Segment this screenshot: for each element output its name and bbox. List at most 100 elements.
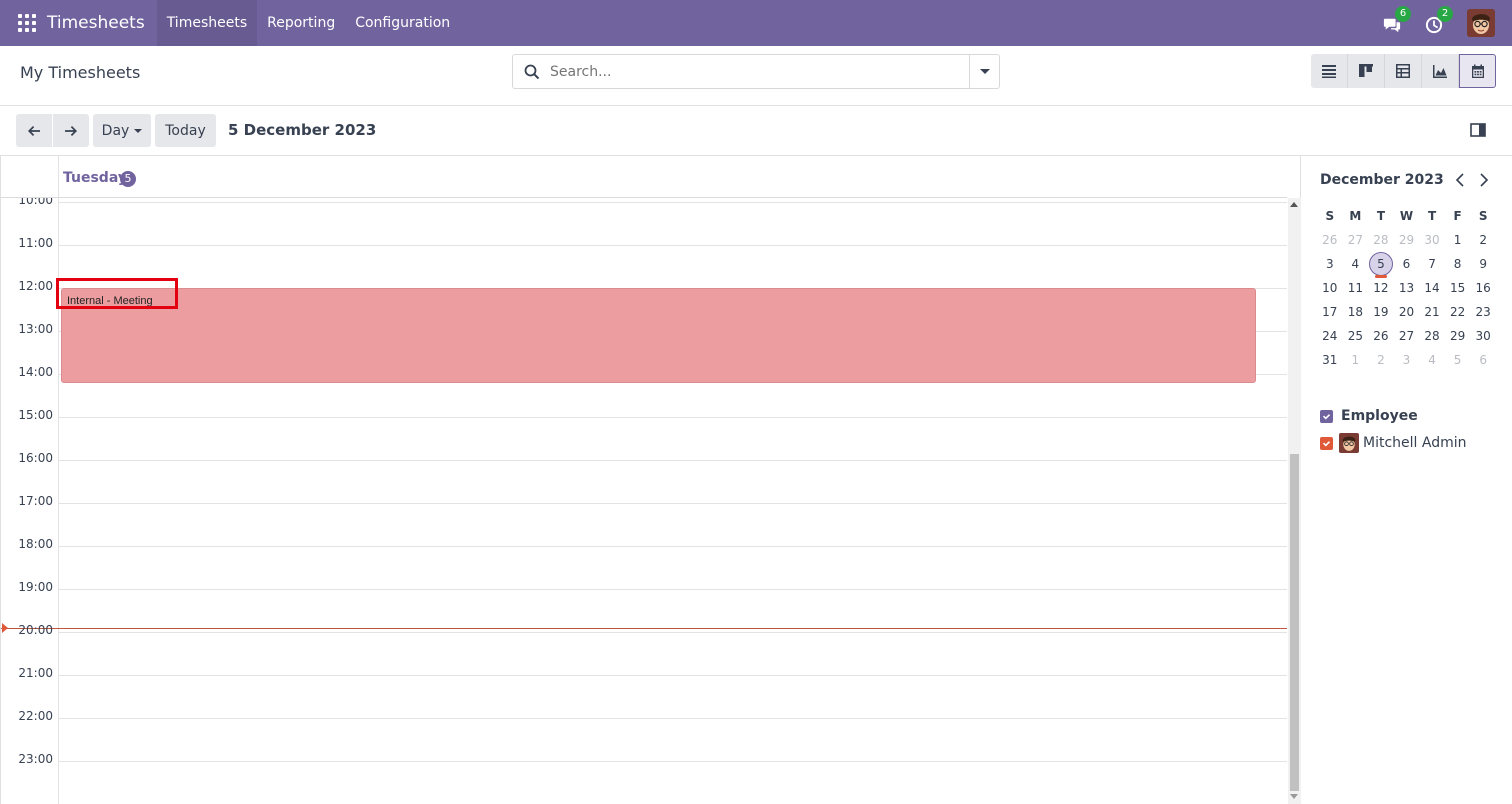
view-kanban-button[interactable] [1348, 54, 1385, 88]
mini-calendar-day[interactable]: 13 [1394, 281, 1420, 295]
time-label: 20:00 [18, 623, 53, 637]
next-button[interactable] [53, 114, 89, 147]
mini-calendar-day[interactable]: 31 [1317, 353, 1343, 367]
time-label: 22:00 [18, 709, 53, 723]
weekday-label: S [1478, 209, 1488, 223]
mini-calendar-day[interactable]: 12 [1368, 281, 1394, 295]
mini-calendar-day[interactable]: 2 [1368, 353, 1394, 367]
activities-button[interactable]: 2 [1425, 6, 1453, 34]
scroll-up-icon[interactable] [1290, 202, 1298, 207]
mini-calendar-day[interactable]: 27 [1394, 329, 1420, 343]
hour-line [59, 675, 1287, 676]
mini-calendar-day[interactable]: 22 [1445, 305, 1471, 319]
pivot-icon [1396, 64, 1410, 78]
today-marker: 5 [1368, 252, 1393, 276]
employee-filter-label: Employee [1341, 408, 1418, 424]
user-avatar[interactable] [1467, 9, 1495, 37]
mini-calendar-day[interactable]: 6 [1470, 353, 1496, 367]
hour-line [59, 718, 1287, 719]
mini-calendar-day[interactable]: 1 [1343, 353, 1369, 367]
chevron-left-icon[interactable] [1454, 173, 1466, 187]
mini-calendar-day[interactable]: 20 [1394, 305, 1420, 319]
mini-calendar-day[interactable]: 28 [1368, 233, 1394, 247]
mini-calendar-day[interactable]: 21 [1419, 305, 1445, 319]
scale-dropdown[interactable]: Day [93, 114, 151, 147]
scroll-down-icon[interactable] [1290, 794, 1298, 799]
current-time-line [1, 628, 1287, 629]
mini-calendar-day[interactable]: 26 [1317, 233, 1343, 247]
weekday-label: S [1325, 209, 1335, 223]
mini-calendar-day[interactable]: 4 [1343, 257, 1369, 271]
area-chart-icon [1433, 65, 1447, 78]
filter-item-label: Mitchell Admin [1363, 435, 1467, 451]
view-pivot-button[interactable] [1385, 54, 1422, 88]
hour-line [59, 632, 1287, 633]
mini-calendar-day[interactable]: 3 [1394, 353, 1420, 367]
mini-calendar-day[interactable]: 28 [1419, 329, 1445, 343]
view-calendar-button[interactable] [1459, 54, 1496, 88]
menu-timesheets[interactable]: Timesheets [156, 0, 258, 46]
mini-calendar-day[interactable]: 29 [1394, 233, 1420, 247]
time-label: 16:00 [18, 451, 53, 465]
time-grid[interactable]: Internal - Meeting 10:00 11:00 12:00 13:00 1… [1, 198, 1287, 804]
hour-line [59, 546, 1287, 547]
day-name[interactable]: Tuesday [63, 170, 127, 186]
previous-button[interactable] [16, 114, 52, 147]
time-label: 23:00 [18, 752, 53, 766]
calendar-event[interactable]: Internal - Meeting [61, 288, 1256, 383]
menu-reporting[interactable]: Reporting [257, 0, 345, 46]
list-icon [1322, 65, 1336, 78]
mini-calendar-day[interactable]: 6 [1394, 257, 1420, 271]
mini-calendar-day[interactable]: 29 [1445, 329, 1471, 343]
mini-calendar-day[interactable]: 9 [1470, 257, 1496, 271]
mini-calendar-day[interactable]: 11 [1343, 281, 1369, 295]
mini-calendar-day[interactable]: 10 [1317, 281, 1343, 295]
mini-calendar-day[interactable]: 1 [1445, 233, 1471, 247]
page-title: My Timesheets [20, 63, 141, 82]
weekday-label: T [1376, 209, 1385, 223]
mini-calendar-day[interactable]: 27 [1343, 233, 1369, 247]
menu-configuration[interactable]: Configuration [345, 0, 460, 46]
calendar-sidebar: December 2023 S M T W T F S 26 27 28 29 30 1 2 3 4 5 6 7 8 9… [1302, 156, 1512, 804]
filter-item[interactable]: Mitchell Admin [1320, 432, 1467, 454]
view-switcher [1311, 54, 1496, 88]
mini-calendar-day[interactable]: 26 [1368, 329, 1394, 343]
app-brand[interactable]: Timesheets [47, 13, 145, 33]
scroll-thumb[interactable] [1290, 454, 1299, 791]
chevron-right-icon[interactable] [1478, 173, 1490, 187]
mini-calendar-day[interactable]: 16 [1470, 281, 1496, 295]
mini-calendar-day[interactable]: 5 [1445, 353, 1471, 367]
mini-calendar-day[interactable]: 3 [1317, 257, 1343, 271]
mini-calendar-day[interactable]: 5 [1368, 252, 1394, 278]
mini-calendar-day[interactable]: 15 [1445, 281, 1471, 295]
mini-calendar-day[interactable]: 17 [1317, 305, 1343, 319]
mini-calendar-day[interactable]: 25 [1343, 329, 1369, 343]
mini-calendar-day[interactable]: 8 [1445, 257, 1471, 271]
view-graph-button[interactable] [1422, 54, 1459, 88]
apps-menu-icon[interactable] [18, 14, 36, 32]
search-input[interactable] [550, 63, 950, 80]
time-label: 10:00 [18, 198, 53, 207]
sidebar-toggle-icon[interactable] [1470, 123, 1486, 137]
mini-calendar-day[interactable]: 23 [1470, 305, 1496, 319]
filter-item-checkbox[interactable] [1320, 436, 1333, 450]
search-bar[interactable] [512, 54, 1000, 89]
mini-calendar-day[interactable]: 30 [1419, 233, 1445, 247]
caret-down-icon [979, 69, 990, 74]
employee-filter-checkbox[interactable] [1320, 409, 1333, 423]
search-options-toggle[interactable] [969, 55, 999, 88]
day-header: Tuesday 5 [1, 156, 1287, 198]
mini-calendar-day[interactable]: 18 [1343, 305, 1369, 319]
scrollbar[interactable] [1288, 198, 1301, 804]
mini-calendar-day[interactable]: 4 [1419, 353, 1445, 367]
messages-button[interactable]: 6 [1383, 6, 1411, 33]
mini-calendar-day[interactable]: 30 [1470, 329, 1496, 343]
mini-calendar-title: December 2023 [1320, 172, 1444, 188]
today-button[interactable]: Today [155, 114, 216, 147]
mini-calendar-day[interactable]: 24 [1317, 329, 1343, 343]
mini-calendar-day[interactable]: 19 [1368, 305, 1394, 319]
mini-calendar-day[interactable]: 14 [1419, 281, 1445, 295]
mini-calendar-day[interactable]: 7 [1419, 257, 1445, 271]
view-list-button[interactable] [1311, 54, 1348, 88]
mini-calendar-day[interactable]: 2 [1470, 233, 1496, 247]
